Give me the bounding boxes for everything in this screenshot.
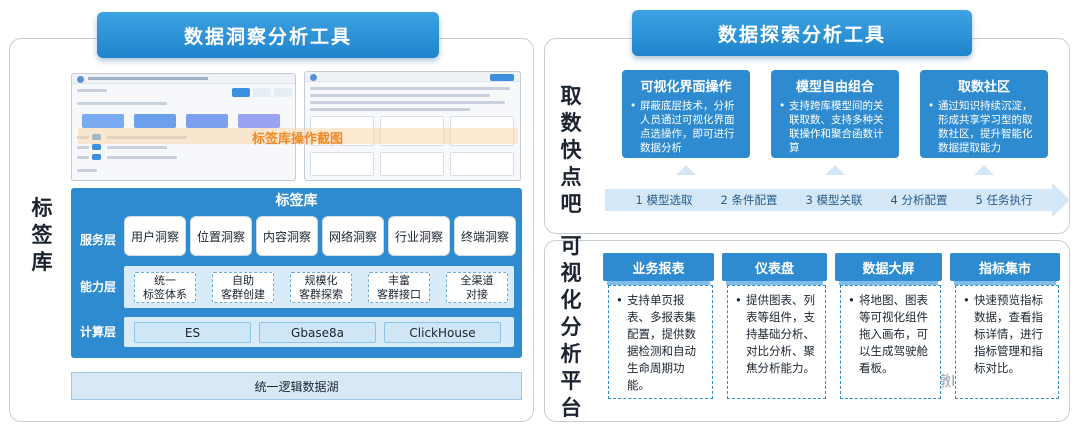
platform-char: 析: [560, 341, 582, 366]
feature-card: 取数社区通过知识持续沉淀，形成共享学习型的取数社区，提升智能化数据提取能力: [920, 70, 1048, 158]
service-user-insight: 用户洞察: [124, 216, 186, 256]
capability-item: 自助 客群创建: [212, 272, 274, 303]
category-desc: 提供图表、列表等组件，支持基础分析、对比分析、聚焦分析能力。: [734, 292, 819, 377]
tag-library-vertical-title: 标签库: [26, 190, 58, 280]
up-arrow-icon: [676, 165, 696, 175]
category-body: 支持单页报表、多报表集配置，提供数据检测和自动生命周期功能。: [608, 285, 713, 399]
tag-library-screenshot-2: [304, 71, 521, 181]
service-terminal-insight: 终端洞察: [454, 216, 516, 256]
platform-char: 可: [560, 233, 582, 258]
step-item: 4 分析配置: [880, 189, 958, 211]
feature-desc: 屏蔽底层技术，分析人员通过可视化界面点选操作，即可进行数据分析: [630, 99, 742, 155]
category-header: 业务报表: [603, 253, 714, 281]
category-body: 快速预览指标数据，查看指标详情，进行指标管理和指标对比。: [955, 285, 1059, 399]
service-industry-insight: 行业洞察: [388, 216, 450, 256]
feature-title: 模型自由组合: [795, 80, 874, 95]
category-desc: 快速预览指标数据，查看指标详情，进行指标管理和指标对比。: [962, 292, 1052, 377]
tag-library-screenshot-1: [71, 73, 296, 181]
capability-item: 规模化 客群探索: [290, 272, 352, 303]
service-network-insight: 网络洞察: [322, 216, 384, 256]
service-location-insight: 位置洞察: [190, 216, 252, 256]
up-arrow-icon: [974, 165, 994, 175]
step-item: 5 任务执行: [965, 189, 1043, 211]
left-header: 数据洞察分析工具: [97, 12, 439, 58]
category-header: 指标集市: [950, 253, 1060, 281]
category-header: 数据大屏: [835, 253, 942, 281]
category-body: 提供图表、列表等组件，支持基础分析、对比分析、聚焦分析能力。: [727, 285, 826, 399]
platform-char: 台: [560, 395, 582, 420]
capability-item: 统一 标签体系: [134, 272, 196, 303]
compute-layer-label: 计算层: [80, 325, 117, 339]
feature-title: 取数社区: [957, 80, 1010, 95]
quick-fetch-char: 吧: [560, 191, 582, 216]
feature-desc: 通过知识持续沉淀，形成共享学习型的取数社区，提升智能化数据提取能力: [928, 99, 1040, 155]
tag-library-char: 库: [31, 249, 53, 274]
platform-char: 化: [560, 287, 582, 312]
platform-char: 视: [560, 260, 582, 285]
feature-title: 可视化界面操作: [640, 80, 732, 95]
tag-library-title: 标签库: [275, 193, 318, 209]
feature-desc: 支持跨库模型间的关联取数、支持多种关联操作和聚合函数计算: [779, 99, 891, 155]
quick-fetch-vertical-title: 取数快点吧: [554, 80, 588, 220]
logical-data-lake: 统一逻辑数据湖: [71, 372, 522, 400]
quick-fetch-char: 数: [560, 110, 582, 135]
tag-library-char: 签: [31, 222, 53, 247]
category-desc: 将地图、图表等可视化组件拖入画布，可以生成驾驶舱看板。: [847, 292, 934, 377]
capability-layer-label: 能力层: [80, 280, 117, 294]
capability-item: 丰富 客群接口: [368, 272, 430, 303]
quick-fetch-char: 点: [560, 164, 582, 189]
service-layer-label: 服务层: [80, 233, 117, 247]
platform-vertical-title: 可视化分析平台: [554, 234, 588, 420]
category-header: 仪表盘: [722, 253, 827, 281]
step-item: 2 条件配置: [710, 189, 788, 211]
compute-engine-es: ES: [134, 322, 251, 343]
service-content-insight: 内容洞察: [256, 216, 318, 256]
right-header: 数据探索分析工具: [632, 10, 972, 56]
step-item: 3 模型关联: [795, 189, 873, 211]
up-arrow-icon: [825, 165, 845, 175]
feature-card: 可视化界面操作屏蔽底层技术，分析人员通过可视化界面点选操作，即可进行数据分析: [622, 70, 750, 158]
platform-char: 分: [560, 314, 582, 339]
feature-card: 模型自由组合支持跨库模型间的关联取数、支持多种关联操作和聚合函数计算: [771, 70, 899, 158]
category-body: 将地图、图表等可视化组件拖入画布，可以生成驾驶舱看板。: [840, 285, 941, 399]
tag-library-char: 标: [31, 195, 53, 220]
compute-engine-gbase8a: Gbase8a: [259, 322, 376, 343]
screenshot-caption: 标签库操作截图: [252, 132, 344, 147]
quick-fetch-char: 取: [560, 83, 582, 108]
category-desc: 支持单页报表、多报表集配置，提供数据检测和自动生命周期功能。: [615, 292, 706, 394]
platform-char: 平: [560, 368, 582, 393]
quick-fetch-char: 快: [560, 137, 582, 162]
compute-engine-clickhouse: ClickHouse: [384, 322, 501, 343]
step-item: 1 模型选取: [625, 189, 703, 211]
capability-item: 全渠道 对接: [446, 272, 508, 303]
